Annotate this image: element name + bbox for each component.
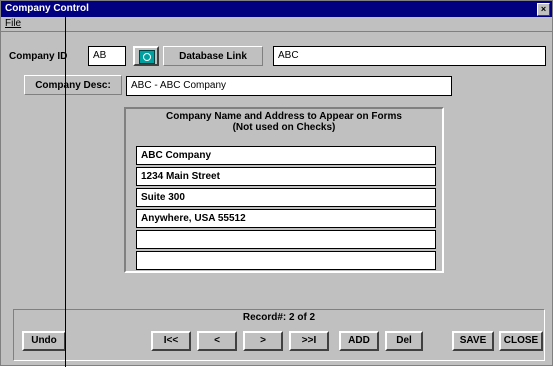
lookup-button[interactable] <box>133 46 159 66</box>
database-link-field[interactable]: ABC <box>273 46 546 66</box>
address-line-5[interactable] <box>136 230 436 249</box>
search-icon <box>139 50 155 64</box>
close-button[interactable]: CLOSE <box>499 331 543 351</box>
group-title-line2: (Not used on Checks) <box>232 122 336 133</box>
company-desc-label: Company Desc: <box>24 75 122 95</box>
address-line-3[interactable]: Suite 300 <box>136 188 436 207</box>
group-title-line1: Company Name and Address to Appear on Fo… <box>166 111 402 122</box>
address-line-4[interactable]: Anywhere, USA 55512 <box>136 209 436 228</box>
address-line-1[interactable]: ABC Company <box>136 146 436 165</box>
next-record-button[interactable]: > <box>243 331 283 351</box>
divider-line <box>65 17 66 367</box>
close-icon[interactable]: × <box>537 3 550 16</box>
company-desc-field[interactable]: ABC - ABC Company <box>126 76 452 96</box>
save-button[interactable]: SAVE <box>452 331 494 351</box>
database-link-label: Database Link <box>163 46 263 66</box>
company-id-field[interactable]: AB <box>88 46 126 66</box>
group-title: Company Name and Address to Appear on Fo… <box>126 111 442 133</box>
company-id-label: Company ID <box>9 51 68 62</box>
undo-button[interactable]: Undo <box>22 331 66 351</box>
add-button[interactable]: ADD <box>339 331 379 351</box>
form-address-group: Company Name and Address to Appear on Fo… <box>124 107 444 273</box>
company-control-window: Company Control × File Company ID AB Dat… <box>0 0 553 367</box>
menu-file[interactable]: File <box>5 17 21 31</box>
window-title: Company Control <box>5 3 89 14</box>
first-record-button[interactable]: I<< <box>151 331 191 351</box>
last-record-button[interactable]: >>I <box>289 331 329 351</box>
prev-record-button[interactable]: < <box>197 331 237 351</box>
address-line-6[interactable] <box>136 251 436 270</box>
menu-bar: File <box>1 17 552 32</box>
record-counter: Record#: 2 of 2 <box>242 312 316 323</box>
address-line-2[interactable]: 1234 Main Street <box>136 167 436 186</box>
delete-button[interactable]: Del <box>385 331 423 351</box>
title-bar: Company Control × <box>1 1 552 17</box>
